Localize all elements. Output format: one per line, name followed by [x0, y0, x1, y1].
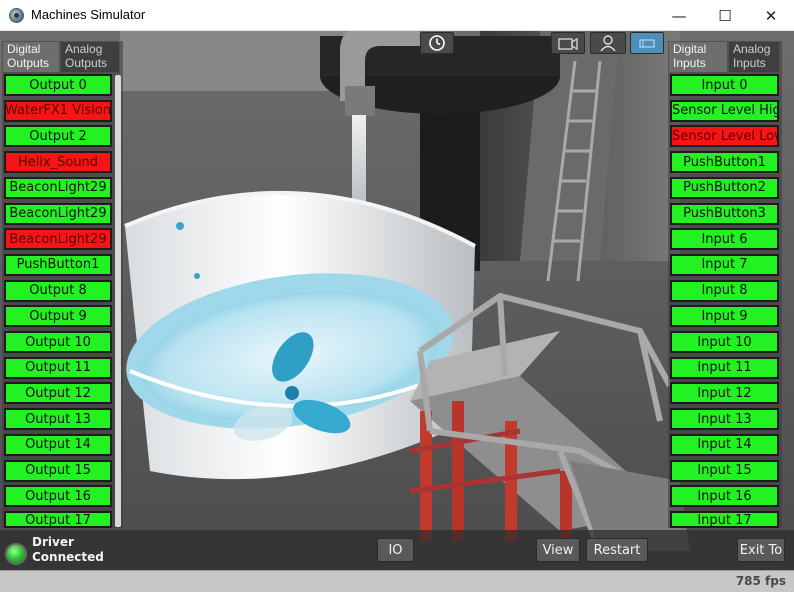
view-icon	[639, 39, 655, 48]
digital-outputs-panel: Digital Outputs Analog Outputs Output 0 …	[2, 41, 123, 528]
app-gear-icon	[9, 8, 24, 23]
output-button[interactable]: Helix_Sound	[4, 151, 112, 174]
input-button[interactable]: Input 0	[670, 74, 779, 96]
tab-label-line2: Outputs	[7, 56, 50, 70]
outputs-scrollbar[interactable]	[115, 75, 121, 527]
tab-label-line2: Inputs	[733, 56, 766, 70]
output-button[interactable]: Output 10	[4, 331, 112, 353]
window-title: Machines Simulator	[31, 7, 146, 22]
output-button[interactable]: Output 17	[4, 510, 112, 528]
clock-button[interactable]	[420, 32, 454, 54]
digital-inputs-panel: Digital Inputs Analog Inputs Input 0 Sen…	[668, 41, 782, 528]
input-button[interactable]: Input 7	[670, 253, 779, 276]
input-button[interactable]: PushButton2	[670, 176, 779, 199]
input-button[interactable]: Input 13	[670, 408, 779, 431]
fps-status-bar: 785 fps	[0, 570, 794, 592]
driver-status-line1: Driver	[32, 535, 74, 549]
minimize-button[interactable]: —	[656, 0, 702, 31]
tab-label-line1: Analog	[65, 42, 103, 56]
output-button[interactable]: Output 16	[4, 485, 112, 508]
output-button[interactable]: Output 8	[4, 279, 112, 302]
input-button[interactable]: PushButton3	[670, 202, 779, 225]
input-button[interactable]: PushButton1	[670, 151, 779, 174]
output-button[interactable]: BeaconLight29	[4, 176, 112, 199]
input-button[interactable]: Input 12	[670, 382, 779, 405]
output-button[interactable]: Output 12	[4, 382, 112, 405]
tab-label-line2: Inputs	[673, 56, 706, 70]
view-mode-button[interactable]: View	[536, 538, 580, 562]
clock-icon	[429, 35, 445, 51]
tab-label-line1: Digital	[673, 42, 707, 56]
input-button[interactable]: Input 15	[670, 459, 779, 482]
close-button[interactable]: ✕	[748, 0, 794, 31]
input-button[interactable]: Sensor Level Low	[670, 125, 779, 148]
camera-icon	[558, 37, 578, 50]
output-button[interactable]: PushButton1	[4, 253, 112, 276]
input-button[interactable]: Input 11	[670, 356, 779, 379]
tab-label-line1: Digital	[7, 42, 41, 56]
input-button[interactable]: Input 17	[670, 510, 779, 528]
view-button[interactable]	[630, 32, 664, 54]
input-button[interactable]: Input 10	[670, 331, 779, 353]
title-bar: Machines Simulator — ☐ ✕	[0, 0, 794, 31]
bottom-bar: Driver Connected IO View Restart Exit To	[0, 530, 794, 570]
tab-digital-outputs[interactable]: Digital Outputs	[3, 42, 59, 72]
driver-status-led-icon	[5, 543, 27, 565]
tab-analog-inputs[interactable]: Analog Inputs	[729, 42, 779, 72]
person-icon	[600, 35, 616, 52]
driver-status-line2: Connected	[32, 550, 104, 564]
io-button[interactable]: IO	[377, 538, 414, 562]
output-button[interactable]: Output 11	[4, 356, 112, 379]
output-button[interactable]: Output 14	[4, 433, 112, 456]
input-button[interactable]: Sensor Level High	[670, 99, 779, 122]
person-button[interactable]	[590, 32, 626, 54]
exit-button[interactable]: Exit To	[737, 538, 785, 562]
output-button[interactable]: Output 13	[4, 408, 112, 431]
camera-button[interactable]	[551, 32, 585, 54]
output-button[interactable]: WaterFX1 Vision	[4, 99, 112, 122]
tab-label-line1: Analog	[733, 42, 771, 56]
input-button[interactable]: Input 16	[670, 485, 779, 508]
simulation-viewport[interactable]: Digital Outputs Analog Outputs Output 0 …	[0, 31, 794, 592]
output-button[interactable]: Output 15	[4, 459, 112, 482]
input-button[interactable]: Input 9	[670, 305, 779, 328]
maximize-button[interactable]: ☐	[702, 0, 748, 31]
tab-label-line2: Outputs	[65, 56, 108, 70]
tab-digital-inputs[interactable]: Digital Inputs	[669, 42, 727, 72]
fps-counter: 785 fps	[735, 574, 786, 588]
output-button[interactable]: Output 2	[4, 125, 112, 148]
output-button[interactable]: Output 9	[4, 305, 112, 328]
input-button[interactable]: Input 6	[670, 228, 779, 251]
tab-analog-outputs[interactable]: Analog Outputs	[61, 42, 119, 72]
input-button[interactable]: Input 8	[670, 279, 779, 302]
input-button[interactable]: Input 14	[670, 433, 779, 456]
output-button[interactable]: BeaconLight29	[4, 202, 112, 225]
output-button[interactable]: BeaconLight29	[4, 228, 112, 251]
output-button[interactable]: Output 0	[4, 74, 112, 96]
restart-button[interactable]: Restart	[586, 538, 648, 562]
